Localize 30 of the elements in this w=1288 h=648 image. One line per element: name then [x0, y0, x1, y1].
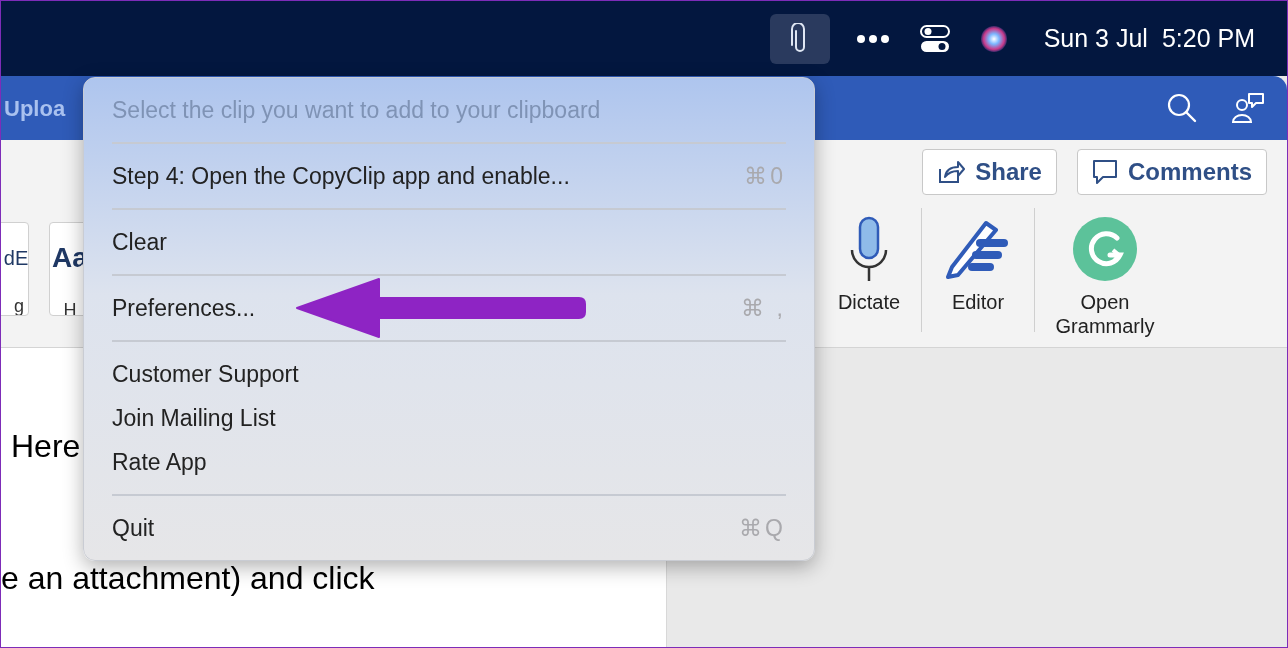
status-item[interactable] [769, 13, 830, 64]
menu-bar-date: Sun 3 Jul [1043, 22, 1148, 54]
people-chat-icon[interactable] [1231, 92, 1265, 124]
dictate-button[interactable]: Dictate [817, 208, 921, 314]
share-icon [937, 159, 966, 185]
speech-bubble-icon [1091, 159, 1118, 185]
title-text: Uploa [4, 94, 66, 123]
menu-item[interactable]: Customer Support [84, 352, 814, 396]
shortcut-text: ⌘0 [744, 161, 786, 191]
colorful-orb-icon [979, 24, 1008, 53]
share-button[interactable]: Share [922, 149, 1057, 195]
circular-arrow-logo-icon [1072, 216, 1138, 282]
toggle-switches-icon [919, 24, 950, 53]
menu-header: Select the clip you want to add to your clipboard [111, 95, 602, 125]
editor-button[interactable]: Editor [922, 208, 1034, 314]
more-icon [855, 33, 890, 44]
search-icon[interactable] [1167, 93, 1197, 123]
grammarly-button[interactable]: Open Grammarly [1035, 208, 1175, 338]
menu-item[interactable]: Join Mailing List [84, 396, 814, 440]
menu-bar-time: 5:20 PM [1161, 22, 1255, 54]
shortcut-text: ⌘Q [739, 513, 786, 543]
shortcut-text: ⌘ , [741, 293, 786, 323]
microphone-icon [849, 216, 889, 282]
menu-item[interactable]: Step 4: Open the CopyClip app and enable... ⌘0 [84, 154, 814, 198]
menu-item[interactable]: Rate App [84, 440, 814, 484]
style-tile[interactable]: dE g [1, 222, 29, 316]
menu-item[interactable]: Quit ⌘Q [84, 506, 814, 550]
comments-button[interactable]: Comments [1076, 149, 1267, 195]
document-text: e an attachment) and click [1, 562, 375, 594]
document-text: Here [11, 430, 81, 462]
